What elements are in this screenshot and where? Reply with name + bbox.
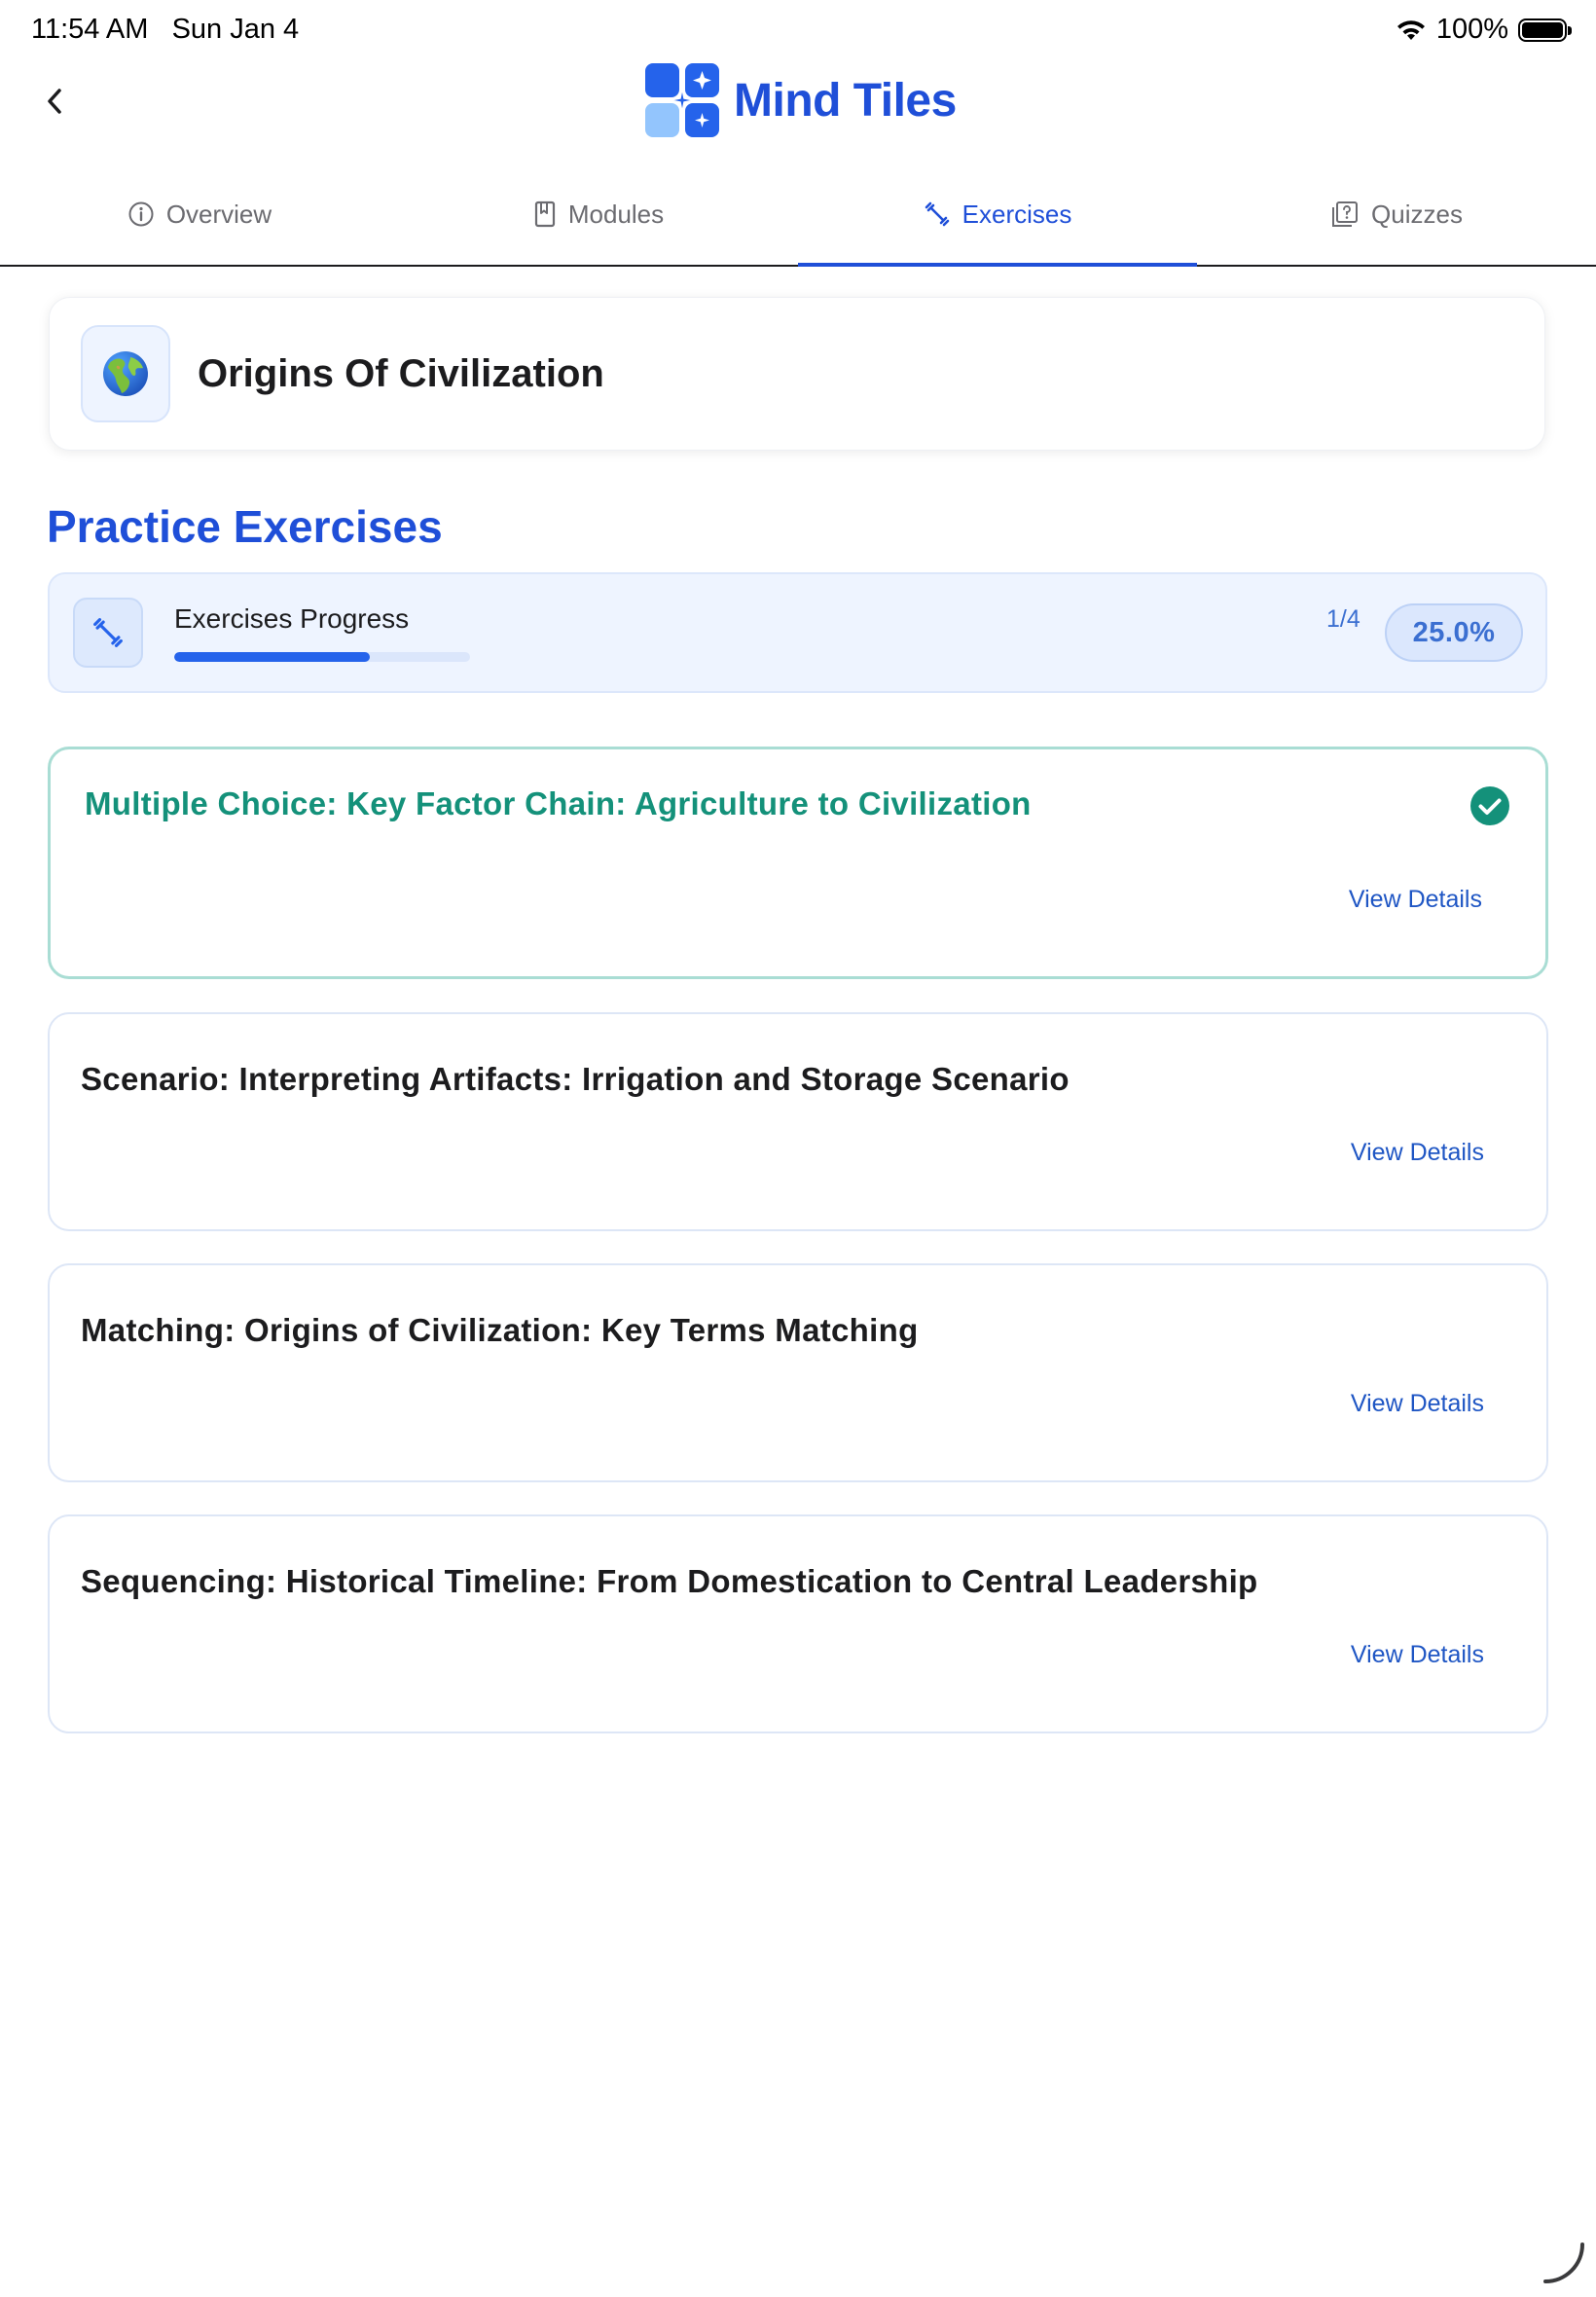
exercise-card[interactable]: Scenario: Interpreting Artifacts: Irriga… <box>48 1012 1548 1231</box>
globe-icon <box>103 351 148 396</box>
tab-overview[interactable]: Overview <box>0 164 399 265</box>
view-details-link[interactable]: View Details <box>1351 1641 1484 1669</box>
tab-exercises-label: Exercises <box>961 199 1072 229</box>
progress-bar-fill <box>174 652 371 662</box>
exercise-card[interactable]: Multiple Choice: Key Factor Chain: Agric… <box>48 747 1548 979</box>
exercise-title: Matching: Origins of Civilization: Key T… <box>81 1312 919 1348</box>
view-details-link[interactable]: View Details <box>1351 1390 1484 1418</box>
view-details-link[interactable]: View Details <box>1349 886 1482 914</box>
check-circle-icon <box>1470 786 1509 825</box>
mind-tiles-logo-icon <box>645 63 719 137</box>
back-button[interactable] <box>33 80 76 123</box>
tab-quizzes[interactable]: Quizzes <box>1197 164 1596 265</box>
battery-icon <box>1518 18 1572 42</box>
tab-modules-label: Modules <box>567 199 665 229</box>
progress-label: Exercises Progress <box>174 603 410 634</box>
app-brand: Mind Tiles <box>644 62 957 138</box>
course-icon-box <box>81 325 170 422</box>
tab-exercises[interactable]: Exercises <box>798 164 1197 267</box>
exercise-title: Sequencing: Historical Timeline: From Do… <box>81 1563 1258 1599</box>
scroll-corner-indicator <box>1543 2242 1584 2283</box>
exercise-icon <box>925 201 949 227</box>
progress-bar <box>174 652 470 662</box>
exercise-card[interactable]: Matching: Origins of Civilization: Key T… <box>48 1263 1548 1482</box>
chevron-left-icon <box>48 89 61 114</box>
tab-quizzes-label: Quizzes <box>1371 199 1463 229</box>
status-date-text: Sun Jan 4 <box>171 14 300 45</box>
exercise-icon <box>93 618 123 647</box>
app-title: Mind Tiles <box>734 74 957 127</box>
tab-bar: Overview Modules Exercises Quizzes <box>0 164 1596 267</box>
progress-count: 1/4 <box>1326 605 1360 633</box>
status-time: 11:54 AM Sun Jan 4 <box>31 14 299 46</box>
progress-percent-badge: 25.0% <box>1385 603 1523 662</box>
status-bar: 11:54 AM Sun Jan 4 100% <box>0 0 1596 62</box>
battery-percent: 100% <box>1435 14 1508 45</box>
exercise-title: Scenario: Interpreting Artifacts: Irriga… <box>81 1061 1070 1097</box>
quiz-icon <box>1332 201 1359 227</box>
status-time-text: 11:54 AM <box>31 14 149 45</box>
tab-overview-label: Overview <box>165 199 272 229</box>
section-title: Practice Exercises <box>47 501 443 552</box>
book-icon <box>534 201 555 228</box>
info-icon <box>128 201 154 227</box>
course-title: Origins Of Civilization <box>198 352 604 395</box>
exercise-title: Multiple Choice: Key Factor Chain: Agric… <box>85 785 1032 821</box>
course-header-card: Origins Of Civilization <box>49 297 1545 451</box>
tab-modules[interactable]: Modules <box>399 164 798 265</box>
status-right: 100% <box>1396 14 1572 46</box>
progress-icon-box <box>73 598 143 668</box>
view-details-link[interactable]: View Details <box>1351 1139 1484 1167</box>
exercise-card[interactable]: Sequencing: Historical Timeline: From Do… <box>48 1514 1548 1733</box>
wifi-icon <box>1396 19 1425 40</box>
exercises-progress-card: Exercises Progress 1/4 25.0% <box>48 572 1547 693</box>
